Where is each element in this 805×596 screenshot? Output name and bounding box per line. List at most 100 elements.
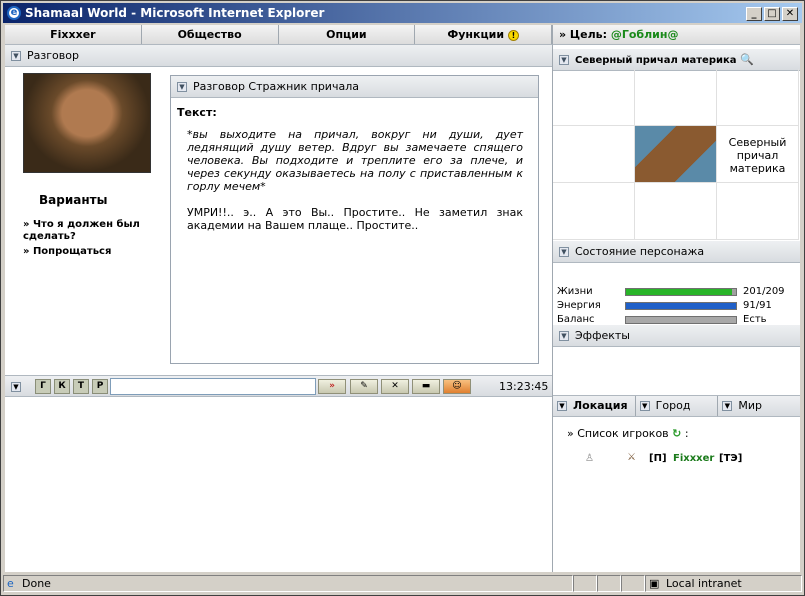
- player-clan: [П]: [649, 453, 667, 464]
- stat-label: Баланс: [557, 314, 595, 325]
- stat-value: 91/91: [743, 300, 772, 311]
- effects-title: Эффекты: [575, 329, 630, 342]
- location-map: Северный причал материка: [553, 69, 800, 241]
- player-name[interactable]: Fixxxer: [673, 453, 714, 464]
- menu-item-society[interactable]: Общество: [141, 25, 279, 44]
- narration-text: *вы выходите на причал, вокруг ни души, …: [187, 128, 523, 193]
- status-done: e Done: [3, 575, 573, 592]
- mute-icon[interactable]: ✕: [381, 379, 409, 394]
- chat-toolbar: ▼ Г К Т Р » ✎ ✕ ▬ ☺ 13:23:45: [5, 375, 552, 397]
- title-bar: e Shamaal World - Microsoft Internet Exp…: [3, 3, 802, 23]
- map-cell[interactable]: [553, 69, 635, 126]
- print-icon[interactable]: ▬: [412, 379, 440, 394]
- chat-area: [5, 398, 552, 572]
- magnifier-icon[interactable]: 🔍: [740, 53, 754, 66]
- stat-label: Энергия: [557, 300, 601, 311]
- location-name: Северный причал материка: [717, 126, 799, 183]
- right-panel: ▼ Северный причал материка 🔍 Северный пр…: [552, 45, 800, 572]
- map-cell[interactable]: [717, 183, 799, 240]
- collapse-icon: ▼: [722, 401, 733, 411]
- dialog-option[interactable]: » Попрощаться: [23, 246, 163, 258]
- chat-filter-r-button[interactable]: Р: [92, 379, 108, 394]
- collapse-icon: ▼: [557, 401, 567, 411]
- collapse-icon[interactable]: ▼: [559, 331, 569, 341]
- dialog-panel: Варианты » Что я должен был сделать? » П…: [5, 69, 552, 373]
- npc-portrait: [23, 73, 151, 173]
- collapse-icon[interactable]: ▼: [559, 55, 569, 65]
- map-cell[interactable]: [553, 183, 635, 240]
- npc-speech: УМРИ!!.. э.. А это Вы.. Простите.. Не за…: [187, 206, 523, 232]
- quest-goal: » Цель: @Гоблин@: [552, 25, 800, 45]
- status-header: ▼ Состояние персонажа: [553, 241, 800, 263]
- stat-bar-fill: [626, 289, 732, 295]
- page-content: Fixxxer Общество Опции Функции ! » Цель:…: [5, 25, 800, 572]
- top-menu: Fixxxer Общество Опции Функции !: [5, 25, 552, 45]
- player-tag: [ТЭ]: [719, 453, 743, 464]
- map-cell[interactable]: [553, 126, 635, 183]
- player-list-title: » Список игроков: [567, 427, 669, 440]
- map-cell[interactable]: [717, 69, 799, 126]
- menu-item-character[interactable]: Fixxxer: [5, 25, 142, 44]
- status-bar: e Done ▣ Local intranet: [3, 575, 802, 593]
- chat-input[interactable]: [110, 378, 316, 395]
- collapse-icon[interactable]: ▼: [559, 247, 569, 257]
- tab-location[interactable]: ▼ Локация: [553, 396, 636, 416]
- dialog-option[interactable]: » Что я должен был сделать?: [23, 219, 163, 243]
- eraser-icon[interactable]: ✎: [350, 379, 378, 394]
- map-cell[interactable]: [635, 183, 717, 240]
- menu-item-functions-label: Функции: [447, 28, 505, 41]
- status-segment: [621, 575, 645, 592]
- player-list-header: » Список игроков ↻ :: [567, 427, 689, 440]
- stat-bar: [625, 302, 737, 310]
- collapse-icon[interactable]: ▼: [11, 51, 21, 61]
- stat-bar-fill: [626, 317, 736, 323]
- status-done-text: Done: [22, 577, 51, 590]
- close-button[interactable]: ✕: [782, 7, 798, 21]
- send-button[interactable]: »: [318, 379, 346, 394]
- location-title: Северный причал материка: [575, 55, 737, 66]
- tab-location-label: Локация: [573, 399, 628, 412]
- chat-filter-k-button[interactable]: К: [54, 379, 70, 394]
- refresh-icon[interactable]: ↻: [672, 427, 681, 440]
- page-icon: e: [7, 577, 14, 590]
- maximize-button[interactable]: □: [764, 7, 780, 21]
- stat-bar-fill: [626, 303, 736, 309]
- chat-filter-g-button[interactable]: Г: [35, 379, 51, 394]
- browser-window: e Shamaal World - Microsoft Internet Exp…: [0, 0, 805, 596]
- goal-label: » Цель:: [559, 28, 608, 41]
- text-label: Текст:: [177, 106, 217, 119]
- intranet-icon: ▣: [649, 577, 660, 590]
- player-row: ♙ ⚔ [П] Fixxxer [ТЭ]: [583, 451, 793, 469]
- sword-icon: ⚔: [627, 452, 636, 463]
- status-zone-text: Local intranet: [666, 577, 742, 590]
- collapse-icon[interactable]: ▼: [177, 82, 187, 92]
- chat-filter-t-button[interactable]: Т: [73, 379, 89, 394]
- menu-item-functions[interactable]: Функции !: [415, 25, 552, 44]
- goal-target[interactable]: @Гоблин@: [611, 28, 679, 41]
- stat-label: Жизни: [557, 286, 593, 297]
- location-header: ▼ Северный причал материка 🔍: [553, 49, 800, 71]
- stat-value: 201/209: [743, 286, 785, 297]
- tab-world-label: Мир: [738, 399, 762, 412]
- clock: 13:23:45: [499, 380, 549, 393]
- status-segment: [573, 575, 597, 592]
- conversation-box: ▼ Разговор Стражник причала Текст: *вы в…: [170, 75, 539, 364]
- alert-icon: !: [507, 30, 519, 41]
- dialog-section-title: Разговор: [27, 49, 79, 62]
- minimize-button[interactable]: _: [746, 7, 762, 21]
- dialog-header: ▼ Разговор: [5, 45, 552, 67]
- collapse-icon[interactable]: ▼: [11, 382, 21, 392]
- tab-world[interactable]: ▼ Мир: [718, 396, 800, 416]
- status-segment: [597, 575, 621, 592]
- person-icon[interactable]: ♙: [585, 453, 594, 464]
- ie-logo-icon: e: [7, 6, 21, 20]
- smiley-icon[interactable]: ☺: [443, 379, 471, 394]
- menu-item-options[interactable]: Опции: [278, 25, 416, 44]
- pier-image: [635, 126, 717, 183]
- tab-city[interactable]: ▼ Город: [636, 396, 719, 416]
- stat-bar: [625, 288, 737, 296]
- window-title: Shamaal World - Microsoft Internet Explo…: [25, 6, 325, 20]
- right-tabs: ▼ Локация ▼ Город ▼ Мир: [553, 395, 800, 417]
- map-cell[interactable]: [635, 69, 717, 126]
- status-zone: ▣ Local intranet: [645, 575, 802, 592]
